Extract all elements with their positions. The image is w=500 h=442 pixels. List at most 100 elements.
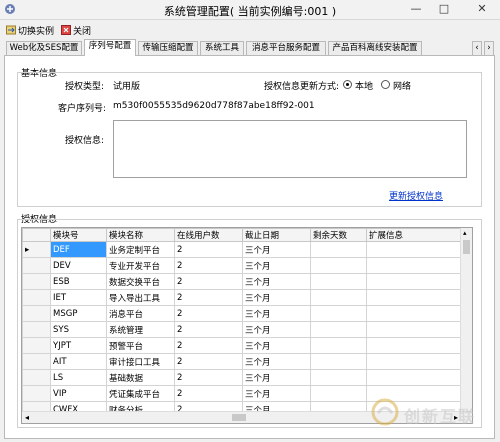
- table-cell[interactable]: [310, 353, 367, 370]
- table-cell[interactable]: [310, 241, 367, 258]
- col-header-module-no[interactable]: 模块号: [50, 228, 107, 242]
- table-cell[interactable]: 业务定制平台: [106, 241, 175, 258]
- table-cell[interactable]: [310, 369, 367, 386]
- table-cell[interactable]: 三个月: [242, 337, 311, 354]
- table-cell[interactable]: 三个月: [242, 241, 311, 258]
- row-header[interactable]: [22, 289, 51, 306]
- table-cell[interactable]: 三个月: [242, 289, 311, 306]
- table-cell[interactable]: 预警平台: [106, 337, 175, 354]
- maximize-button[interactable]: □: [432, 0, 456, 20]
- table-cell[interactable]: [310, 321, 367, 338]
- table-cell[interactable]: 专业开发平台: [106, 257, 175, 274]
- table-cell[interactable]: YJPT: [50, 337, 107, 354]
- table-row[interactable]: ESB 数据交换平台 2 三个月: [22, 273, 463, 290]
- table-row[interactable]: DEV 专业开发平台 2 三个月: [22, 257, 463, 274]
- table-cell[interactable]: 数据交换平台: [106, 273, 175, 290]
- col-header-expiry[interactable]: 截止日期: [242, 228, 311, 242]
- table-cell[interactable]: 2: [174, 353, 243, 370]
- radio-network[interactable]: [381, 80, 390, 89]
- table-cell[interactable]: 凭证集成平台: [106, 385, 175, 402]
- table-cell[interactable]: [366, 241, 463, 258]
- table-row[interactable]: MSGP 消息平台 2 三个月: [22, 305, 463, 322]
- table-cell[interactable]: [366, 257, 463, 274]
- table-cell[interactable]: 2: [174, 289, 243, 306]
- row-header[interactable]: [22, 321, 51, 338]
- table-cell[interactable]: 2: [174, 241, 243, 258]
- tab-offline-install[interactable]: 产品百科离线安装配置: [328, 41, 422, 55]
- table-cell[interactable]: 2: [174, 257, 243, 274]
- tab-compression[interactable]: 传输压缩配置: [138, 41, 198, 55]
- table-cell[interactable]: 基础数据: [106, 369, 175, 386]
- table-cell[interactable]: 2: [174, 385, 243, 402]
- table-cell[interactable]: [366, 305, 463, 322]
- table-cell[interactable]: [366, 353, 463, 370]
- table-row[interactable]: SYS 系统管理 2 三个月: [22, 321, 463, 338]
- table-cell[interactable]: 2: [174, 305, 243, 322]
- table-row[interactable]: LS 基础数据 2 三个月: [22, 369, 463, 386]
- table-cell[interactable]: [366, 369, 463, 386]
- tab-message-platform[interactable]: 消息平台服务配置: [246, 41, 326, 55]
- table-cell[interactable]: [310, 273, 367, 290]
- table-cell[interactable]: DEF: [50, 241, 107, 258]
- close-window-button[interactable]: ✕: [464, 0, 500, 20]
- table-cell[interactable]: [310, 257, 367, 274]
- table-cell[interactable]: 三个月: [242, 305, 311, 322]
- table-row[interactable]: IET 导入导出工具 2 三个月: [22, 289, 463, 306]
- auth-info-textarea[interactable]: [113, 120, 467, 178]
- table-cell[interactable]: 三个月: [242, 321, 311, 338]
- table-cell[interactable]: 三个月: [242, 353, 311, 370]
- col-header-module-name[interactable]: 模块名称: [106, 228, 175, 242]
- tab-serial-config[interactable]: 序列号配置: [84, 39, 136, 56]
- table-cell[interactable]: DEV: [50, 257, 107, 274]
- table-cell[interactable]: 2: [174, 273, 243, 290]
- table-row[interactable]: AIT 审计接口工具 2 三个月: [22, 353, 463, 370]
- table-cell[interactable]: [310, 385, 367, 402]
- table-cell[interactable]: 三个月: [242, 257, 311, 274]
- table-cell[interactable]: VIP: [50, 385, 107, 402]
- table-cell[interactable]: IET: [50, 289, 107, 306]
- table-row[interactable]: ▸ DEF 业务定制平台 2 三个月: [22, 241, 463, 258]
- table-cell[interactable]: 系统管理: [106, 321, 175, 338]
- table-cell[interactable]: 2: [174, 337, 243, 354]
- grid-vertical-scrollbar[interactable]: ▴: [460, 228, 472, 412]
- table-cell[interactable]: [310, 305, 367, 322]
- table-cell[interactable]: [366, 273, 463, 290]
- table-cell[interactable]: AIT: [50, 353, 107, 370]
- table-cell[interactable]: 消息平台: [106, 305, 175, 322]
- minimize-button[interactable]: —: [404, 0, 428, 20]
- table-cell[interactable]: 导入导出工具: [106, 289, 175, 306]
- tab-scroll-right[interactable]: ›: [484, 41, 494, 55]
- table-cell[interactable]: 三个月: [242, 369, 311, 386]
- row-header[interactable]: ▸: [22, 241, 51, 258]
- table-row[interactable]: YJPT 预警平台 2 三个月: [22, 337, 463, 354]
- row-header[interactable]: [22, 337, 51, 354]
- table-cell[interactable]: 三个月: [242, 385, 311, 402]
- col-header-days-left[interactable]: 剩余天数: [310, 228, 367, 242]
- row-header[interactable]: [22, 353, 51, 370]
- row-header[interactable]: [22, 369, 51, 386]
- tab-web-ses[interactable]: Web化及SES配置: [6, 41, 82, 55]
- switch-instance-button[interactable]: 切换实例: [6, 23, 54, 37]
- table-cell[interactable]: [366, 289, 463, 306]
- col-header-extra[interactable]: 扩展信息: [366, 228, 463, 242]
- table-cell[interactable]: 2: [174, 321, 243, 338]
- table-cell[interactable]: ESB: [50, 273, 107, 290]
- col-header-online-users[interactable]: 在线用户数: [174, 228, 243, 242]
- table-cell[interactable]: MSGP: [50, 305, 107, 322]
- table-cell[interactable]: SYS: [50, 321, 107, 338]
- row-header[interactable]: [22, 273, 51, 290]
- table-cell[interactable]: 三个月: [242, 273, 311, 290]
- table-cell[interactable]: [366, 321, 463, 338]
- row-header[interactable]: [22, 385, 51, 402]
- update-auth-link[interactable]: 更新授权信息: [389, 189, 443, 202]
- tab-system-tools[interactable]: 系统工具: [200, 41, 244, 55]
- radio-local[interactable]: [343, 80, 352, 89]
- table-cell[interactable]: [310, 337, 367, 354]
- tab-scroll-left[interactable]: ‹: [472, 41, 482, 55]
- close-button[interactable]: 关闭: [61, 23, 91, 37]
- table-cell[interactable]: 审计接口工具: [106, 353, 175, 370]
- row-header[interactable]: [22, 257, 51, 274]
- table-cell[interactable]: 2: [174, 369, 243, 386]
- row-header[interactable]: [22, 305, 51, 322]
- table-cell[interactable]: [310, 289, 367, 306]
